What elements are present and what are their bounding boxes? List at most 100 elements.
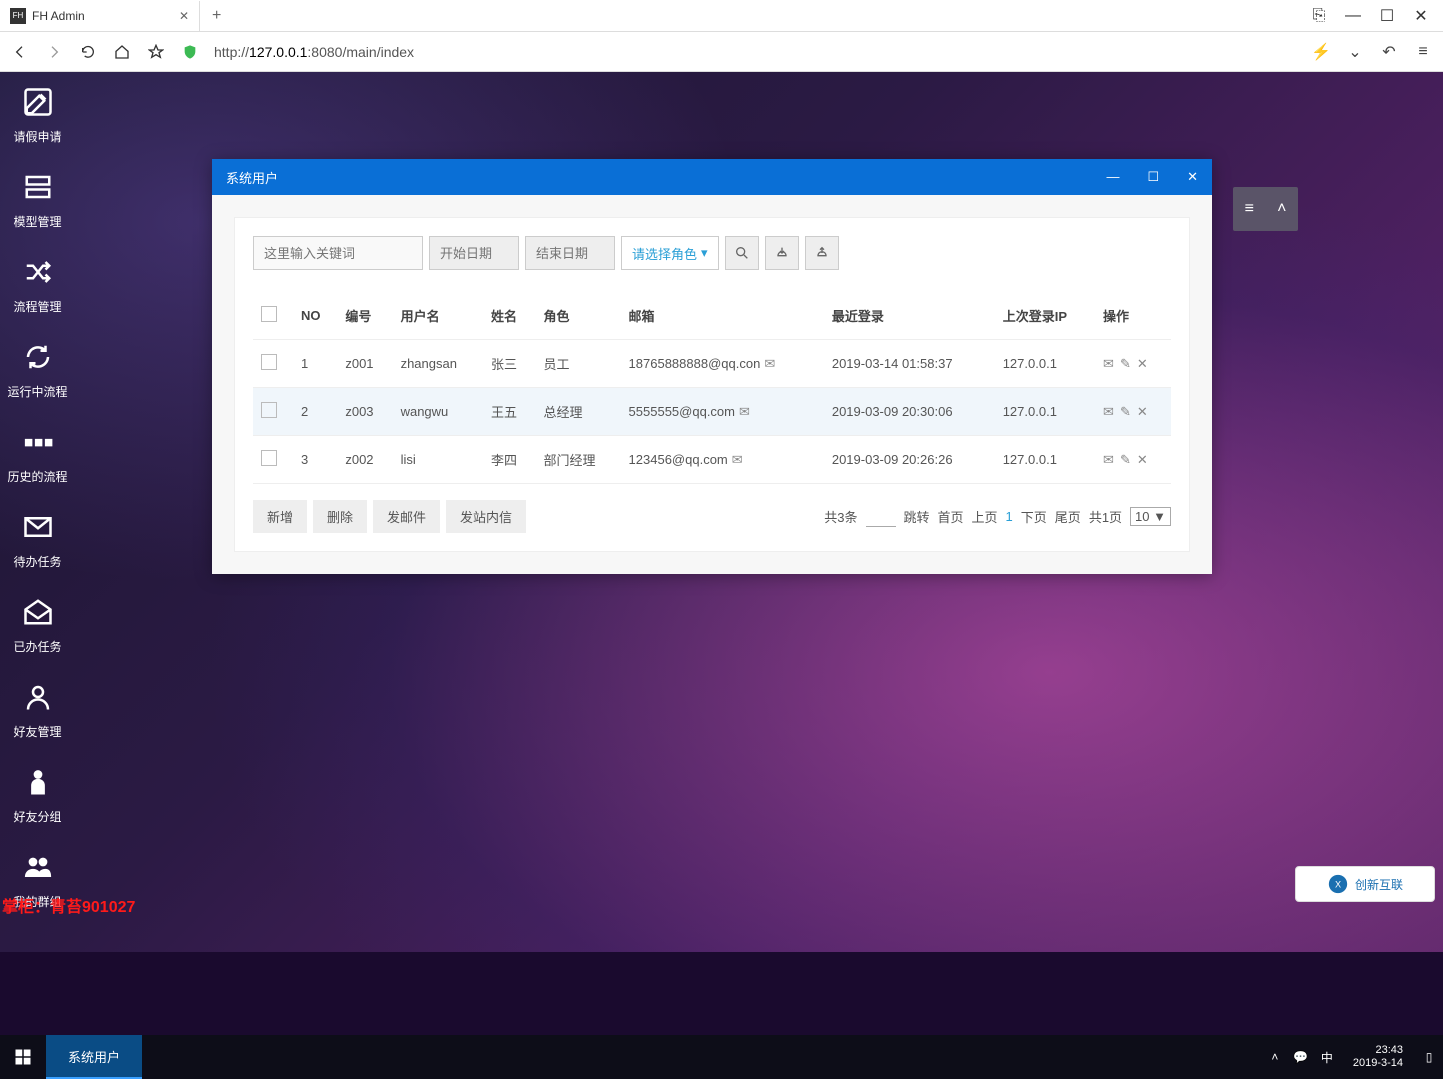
refresh-icon[interactable] <box>78 42 98 62</box>
row-edit-icon[interactable]: ✎ <box>1120 404 1131 420</box>
list-icon[interactable]: ≡ <box>1245 200 1254 218</box>
shield-icon[interactable] <box>180 42 200 62</box>
taskbar-app[interactable]: 系统用户 <box>46 1035 142 1079</box>
row-delete-icon[interactable]: ✕ <box>1137 404 1148 420</box>
header-mini-toolbar: ≡ ˄ <box>1233 187 1298 231</box>
send-mail-button[interactable]: 发邮件 <box>373 500 440 533</box>
page-size-select[interactable]: 10 ▼ <box>1130 507 1171 526</box>
page-jump[interactable]: 跳转 <box>904 507 930 526</box>
row-edit-icon[interactable]: ✎ <box>1120 356 1131 372</box>
tray-up-icon[interactable]: ˄ <box>1267 1049 1283 1065</box>
bolt-icon[interactable]: ⚡ <box>1311 42 1331 62</box>
delete-button[interactable]: 删除 <box>313 500 367 533</box>
page-last[interactable]: 尾页 <box>1055 507 1081 526</box>
import-button[interactable] <box>805 236 839 270</box>
row-mail-icon[interactable]: ✉ <box>1103 356 1114 372</box>
back-icon[interactable] <box>10 42 30 62</box>
table-row[interactable]: 3 z002 lisi 李四 部门经理 123456@qq.com✉ 2019-… <box>253 436 1171 484</box>
sidebar-item-leave[interactable]: 请假申请 <box>0 72 75 157</box>
keyword-input[interactable] <box>253 236 423 270</box>
dialog-close-icon[interactable]: ✕ <box>1187 169 1198 185</box>
export-button[interactable] <box>765 236 799 270</box>
sidebar-item-done[interactable]: 已办任务 <box>0 582 75 667</box>
mail-icon[interactable]: ✉ <box>732 452 743 467</box>
menu-icon[interactable]: ≡ <box>1413 42 1433 62</box>
sidebar-item-running[interactable]: 运行中流程 <box>0 327 75 412</box>
row-delete-icon[interactable]: ✕ <box>1137 452 1148 468</box>
cell-name[interactable]: 王五 <box>483 388 536 436</box>
page-first[interactable]: 首页 <box>938 507 964 526</box>
table-row[interactable]: 2 z003 wangwu 王五 总经理 5555555@qq.com✉ 201… <box>253 388 1171 436</box>
cycle-icon <box>20 339 56 375</box>
th-no: NO <box>293 292 337 340</box>
caret-down-icon: ▾ <box>701 245 708 261</box>
minimize-icon[interactable]: — <box>1345 8 1361 24</box>
sidebar-item-history[interactable]: 历史的流程 <box>0 412 75 497</box>
row-mail-icon[interactable]: ✉ <box>1103 452 1114 468</box>
maximize-icon[interactable]: ☐ <box>1379 8 1395 24</box>
dialog-titlebar[interactable]: 系统用户 — ☐ ✕ <box>212 159 1212 195</box>
search-button[interactable] <box>725 236 759 270</box>
role-placeholder: 请选择角色 <box>632 244 697 263</box>
cell-role: 总经理 <box>536 388 621 436</box>
envelope-open-icon <box>20 594 56 630</box>
tray-ime-icon[interactable]: 中 <box>1319 1049 1335 1065</box>
undo-icon[interactable]: ↶ <box>1379 42 1399 62</box>
row-mail-icon[interactable]: ✉ <box>1103 404 1114 420</box>
role-select[interactable]: 请选择角色 ▾ <box>621 236 719 270</box>
sidebar-item-process[interactable]: 流程管理 <box>0 242 75 327</box>
window-close-icon[interactable]: ✕ <box>1413 8 1429 24</box>
sidebar-item-friend-groups[interactable]: 好友分组 <box>0 752 75 837</box>
reading-mode-icon[interactable]: ⎘ <box>1311 8 1327 24</box>
select-all-checkbox[interactable] <box>261 306 277 322</box>
th-code: 编号 <box>337 292 392 340</box>
browser-tab[interactable]: FH FH Admin ✕ <box>0 1 200 31</box>
start-date-input[interactable] <box>429 236 519 270</box>
filter-row: 请选择角色 ▾ <box>253 236 1171 270</box>
dialog-minimize-icon[interactable]: — <box>1106 169 1119 185</box>
page-jump-input[interactable] <box>866 507 896 527</box>
close-icon[interactable]: ✕ <box>179 9 189 23</box>
sidebar-item-todo[interactable]: 待办任务 <box>0 497 75 582</box>
mail-icon[interactable]: ✉ <box>764 356 775 371</box>
row-checkbox[interactable] <box>261 450 277 466</box>
sidebar-item-label: 好友分组 <box>13 808 61 825</box>
watermark-text: 创新互联 <box>1355 876 1403 893</box>
row-checkbox[interactable] <box>261 402 277 418</box>
start-button[interactable] <box>0 1035 46 1079</box>
chevron-down-icon[interactable]: ⌄ <box>1345 42 1365 62</box>
send-msg-button[interactable]: 发站内信 <box>446 500 526 533</box>
window-controls: ⎘ — ☐ ✕ <box>1311 8 1443 24</box>
home-icon[interactable] <box>112 42 132 62</box>
tray-notification-icon[interactable]: ▯ <box>1421 1049 1437 1065</box>
star-icon[interactable] <box>146 42 166 62</box>
sidebar-item-friends[interactable]: 好友管理 <box>0 667 75 752</box>
end-date-input[interactable] <box>525 236 615 270</box>
taskbar: 系统用户 ˄ 💬 中 23:43 2019-3-14 ▯ <box>0 1035 1443 1079</box>
row-edit-icon[interactable]: ✎ <box>1120 452 1131 468</box>
browser-titlebar: FH FH Admin ✕ + ⎘ — ☐ ✕ <box>0 0 1443 32</box>
cell-last-login: 2019-03-14 01:58:37 <box>824 340 995 388</box>
sidebar: 请假申请 模型管理 流程管理 运行中流程 历史的流程 待办任务 已办任务 好友 <box>0 72 75 952</box>
forward-icon[interactable] <box>44 42 64 62</box>
chevron-up-icon[interactable]: ˄ <box>1277 200 1286 218</box>
row-checkbox[interactable] <box>261 354 277 370</box>
clock[interactable]: 23:43 2019-3-14 <box>1345 1044 1411 1070</box>
page-prev[interactable]: 上页 <box>972 507 998 526</box>
cell-name: 张三 <box>483 340 536 388</box>
mail-icon[interactable]: ✉ <box>739 404 750 419</box>
add-button[interactable]: 新增 <box>253 500 307 533</box>
cell-no: 1 <box>293 340 337 388</box>
new-tab-button[interactable]: + <box>200 7 233 25</box>
url-bar[interactable]: http://127.0.0.1:8080/main/index <box>214 44 414 60</box>
page-next[interactable]: 下页 <box>1021 507 1047 526</box>
dialog-maximize-icon[interactable]: ☐ <box>1147 169 1159 185</box>
tray-chat-icon[interactable]: 💬 <box>1293 1049 1309 1065</box>
row-delete-icon[interactable]: ✕ <box>1137 356 1148 372</box>
sidebar-item-model[interactable]: 模型管理 <box>0 157 75 242</box>
dots-icon <box>20 424 56 460</box>
table-row[interactable]: 1 z001 zhangsan 张三 员工 18765888888@qq.con… <box>253 340 1171 388</box>
panel: 请选择角色 ▾ NO 编号 用户名 姓名 <box>234 217 1190 552</box>
toolbar-right: ⚡ ⌄ ↶ ≡ <box>1311 42 1433 62</box>
windows-icon <box>14 1048 32 1066</box>
